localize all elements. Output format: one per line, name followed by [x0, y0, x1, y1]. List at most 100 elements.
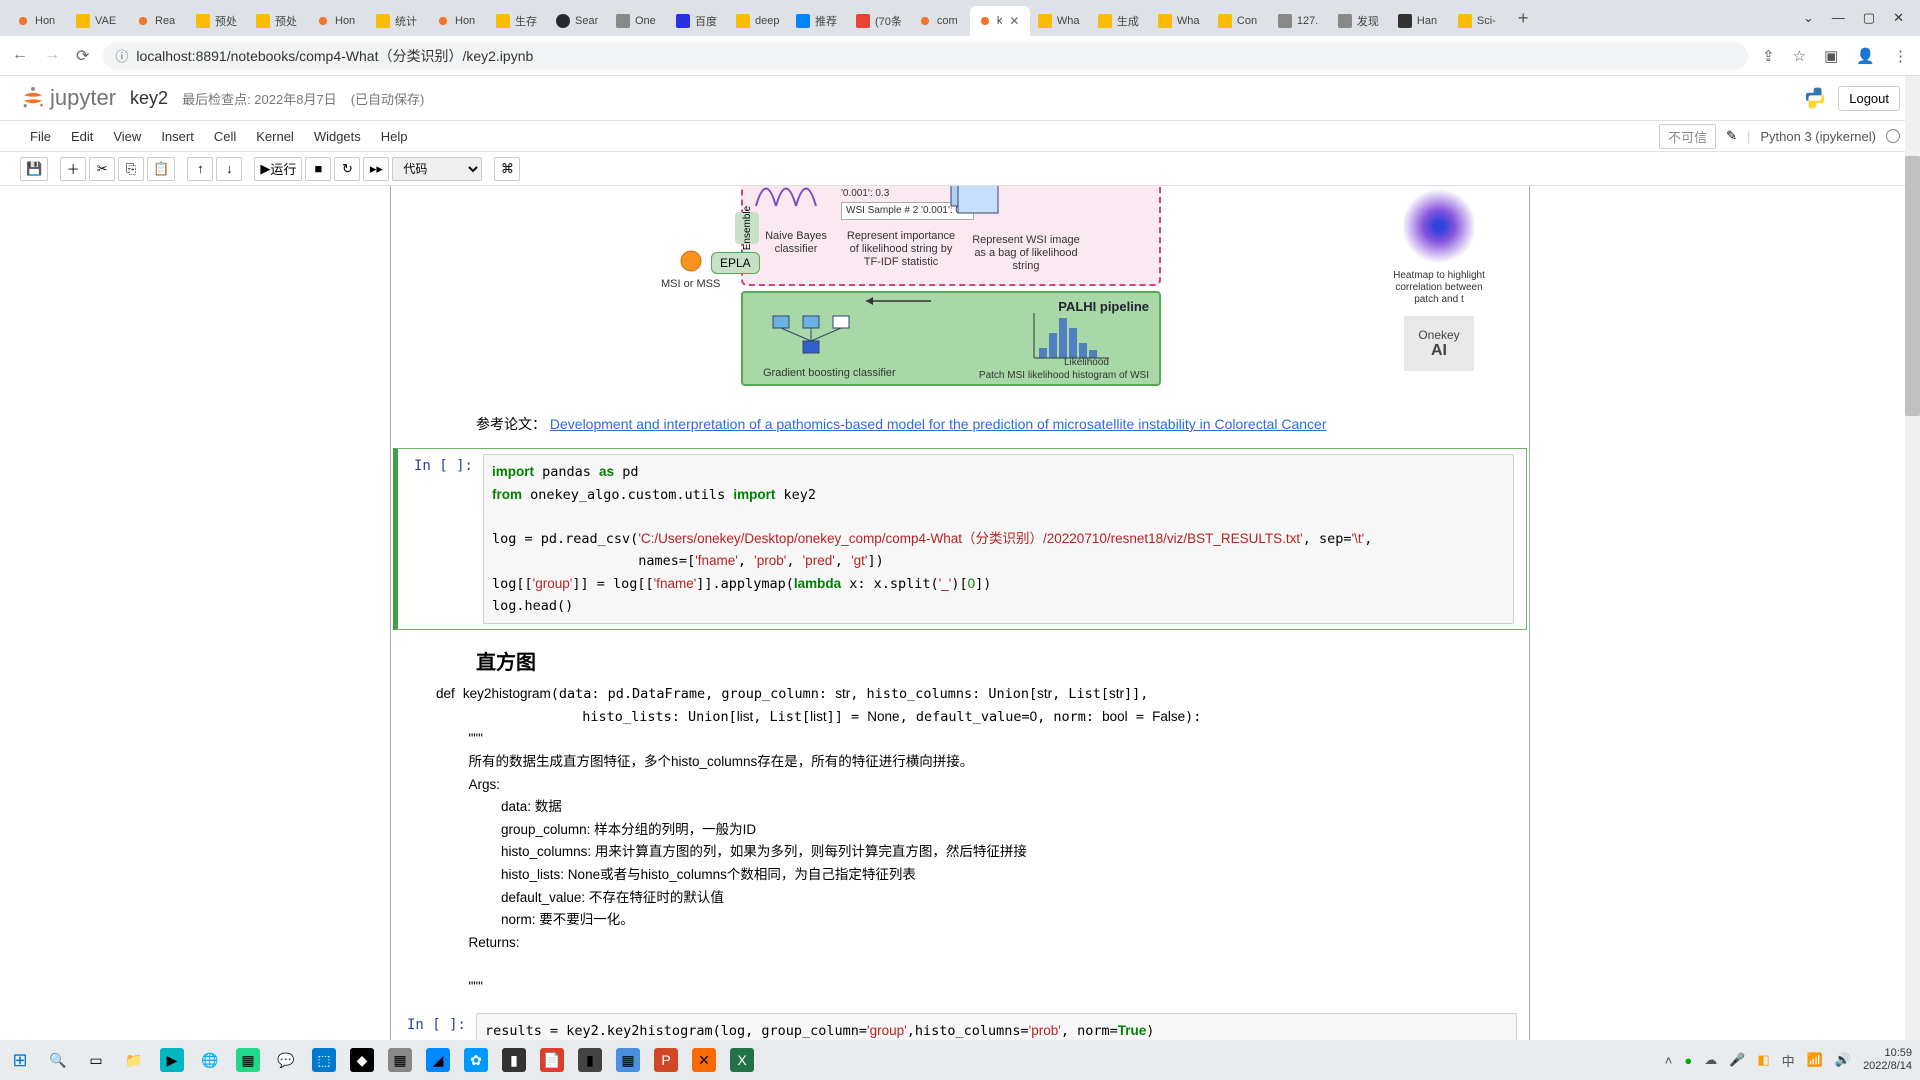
profile-icon[interactable]: 👤: [1856, 47, 1875, 65]
search-icon[interactable]: 🔍: [46, 1048, 70, 1072]
app-icon[interactable]: ◢: [426, 1048, 450, 1072]
move-up-button[interactable]: ↑: [187, 157, 213, 181]
scroll-thumb[interactable]: [1905, 156, 1920, 416]
notebook-area[interactable]: '0.001': 0.3 WSI Sample # 2 '0.001': 0.5…: [0, 186, 1920, 1040]
reload-icon[interactable]: ⟳: [76, 46, 89, 66]
tray-chevron-icon[interactable]: ˄: [1665, 1053, 1673, 1068]
browser-tab[interactable]: 生存: [488, 6, 548, 36]
browser-tab[interactable]: 127.: [1270, 6, 1330, 36]
restart-run-all-button[interactable]: ▸▸: [363, 157, 389, 181]
menu-file[interactable]: File: [20, 125, 61, 148]
scrollbar[interactable]: [1905, 76, 1920, 1040]
onedrive-icon[interactable]: ☁: [1704, 1052, 1717, 1068]
cell-type-select[interactable]: 代码: [392, 157, 482, 181]
command-palette-button[interactable]: ⌘: [494, 157, 520, 181]
taskbar-clock[interactable]: 10:59 2022/8/14: [1863, 1047, 1912, 1073]
volume-icon[interactable]: 🔊: [1835, 1052, 1851, 1068]
start-button[interactable]: ⊞: [8, 1048, 32, 1072]
mic-icon[interactable]: 🎤: [1729, 1052, 1745, 1068]
chrome-icon[interactable]: 🌐: [198, 1048, 222, 1072]
interrupt-button[interactable]: ■: [305, 157, 331, 181]
menu-insert[interactable]: Insert: [151, 125, 204, 148]
app-icon[interactable]: ✕: [692, 1048, 716, 1072]
paste-cell-button[interactable]: 📋: [147, 157, 175, 181]
menu-kernel[interactable]: Kernel: [246, 125, 304, 148]
pycharm-icon[interactable]: ▦: [236, 1048, 260, 1072]
bookmark-icon[interactable]: ☆: [1793, 47, 1806, 65]
add-cell-button[interactable]: ＋: [60, 157, 86, 181]
browser-tab[interactable]: 推荐: [788, 6, 848, 36]
browser-tab[interactable]: 发现: [1330, 6, 1390, 36]
tray-icon[interactable]: ●: [1684, 1053, 1692, 1068]
kernel-name[interactable]: Python 3 (ipykernel): [1760, 129, 1876, 144]
browser-tab[interactable]: Han: [1390, 6, 1450, 36]
browser-tab[interactable]: Con: [1210, 6, 1270, 36]
tray-icon[interactable]: ◧: [1757, 1052, 1769, 1068]
ime-icon[interactable]: 中: [1782, 1051, 1795, 1070]
browser-tab[interactable]: (70条: [848, 6, 910, 36]
browser-tab[interactable]: 生成: [1090, 6, 1150, 36]
browser-tab[interactable]: k✕: [970, 6, 1030, 36]
browser-tab[interactable]: Sear: [548, 6, 608, 36]
cmd-icon[interactable]: ▮: [578, 1048, 602, 1072]
menu-view[interactable]: View: [103, 125, 151, 148]
app-icon[interactable]: ▦: [616, 1048, 640, 1072]
back-icon[interactable]: ←: [12, 46, 28, 66]
file-explorer-icon[interactable]: 📁: [122, 1048, 146, 1072]
save-button[interactable]: 💾: [20, 157, 48, 181]
browser-tab[interactable]: 预处: [188, 6, 248, 36]
tab-dropdown-icon[interactable]: ⌄: [1803, 10, 1814, 26]
logout-button[interactable]: Logout: [1838, 86, 1900, 111]
browser-tab[interactable]: com: [910, 6, 970, 36]
wechat-icon[interactable]: 💬: [274, 1048, 298, 1072]
browser-tab[interactable]: Wha: [1150, 6, 1210, 36]
terminal-icon[interactable]: ▮: [502, 1048, 526, 1072]
vscode-icon[interactable]: ⬚: [312, 1048, 336, 1072]
tab-close-icon[interactable]: ✕: [1009, 14, 1019, 28]
app-icon[interactable]: ✿: [464, 1048, 488, 1072]
code-input-2[interactable]: results = key2.key2histogram(log, group_…: [476, 1013, 1517, 1040]
pdf-icon[interactable]: 📄: [540, 1048, 564, 1072]
browser-tab[interactable]: 统计: [368, 6, 428, 36]
markdown-codeblock[interactable]: def key2histogram(data: pd.DataFrame, gr…: [391, 681, 1529, 1008]
run-button[interactable]: ▶ 运行: [254, 157, 302, 181]
browser-tab[interactable]: VAE: [68, 6, 128, 36]
browser-tab[interactable]: Rea: [128, 6, 188, 36]
copy-cell-button[interactable]: ⎘: [118, 157, 144, 181]
browser-tab[interactable]: 预处: [248, 6, 308, 36]
minimize-icon[interactable]: —: [1832, 10, 1845, 26]
sidepanel-icon[interactable]: ▣: [1824, 47, 1838, 65]
app-icon[interactable]: ▶: [160, 1048, 184, 1072]
app-icon[interactable]: ▦: [388, 1048, 412, 1072]
wifi-icon[interactable]: 📶: [1807, 1052, 1823, 1068]
move-down-button[interactable]: ↓: [216, 157, 242, 181]
menu-help[interactable]: Help: [371, 125, 418, 148]
markdown-h3[interactable]: 直方图: [391, 632, 1529, 681]
browser-tab[interactable]: Hon: [8, 6, 68, 36]
restart-button[interactable]: ↻: [334, 157, 360, 181]
browser-menu-icon[interactable]: ⋮: [1893, 47, 1908, 65]
code-cell-1[interactable]: In [ ]: import pandas as pd from onekey_…: [393, 448, 1527, 630]
new-tab-button[interactable]: +: [1510, 8, 1537, 29]
ref-link[interactable]: Development and interpretation of a path…: [550, 416, 1327, 432]
cut-cell-button[interactable]: ✂: [89, 157, 115, 181]
url-input[interactable]: ⓘ localhost:8891/notebooks/comp4-What（分类…: [103, 42, 1748, 70]
browser-tab[interactable]: Sci-: [1450, 6, 1510, 36]
browser-tab[interactable]: Wha: [1030, 6, 1090, 36]
close-window-icon[interactable]: ✕: [1893, 10, 1904, 26]
forward-icon[interactable]: →: [44, 46, 60, 66]
maximize-icon[interactable]: ▢: [1863, 10, 1875, 26]
menu-edit[interactable]: Edit: [61, 125, 103, 148]
excel-icon[interactable]: X: [730, 1048, 754, 1072]
browser-tab[interactable]: 百度: [668, 6, 728, 36]
browser-tab[interactable]: Hon: [428, 6, 488, 36]
menu-cell[interactable]: Cell: [204, 125, 246, 148]
code-cell-2[interactable]: In [ ]: results = key2.key2histogram(log…: [391, 1008, 1529, 1040]
task-view-icon[interactable]: ▭: [84, 1048, 108, 1072]
browser-tab[interactable]: One: [608, 6, 668, 36]
trust-button[interactable]: 不可信: [1659, 124, 1716, 149]
browser-tab[interactable]: Hon: [308, 6, 368, 36]
jupyter-logo[interactable]: jupyter: [20, 85, 116, 111]
browser-tab[interactable]: deep: [728, 6, 788, 36]
markdown-reference[interactable]: 参考论文： Development and interpretation of …: [391, 406, 1529, 446]
